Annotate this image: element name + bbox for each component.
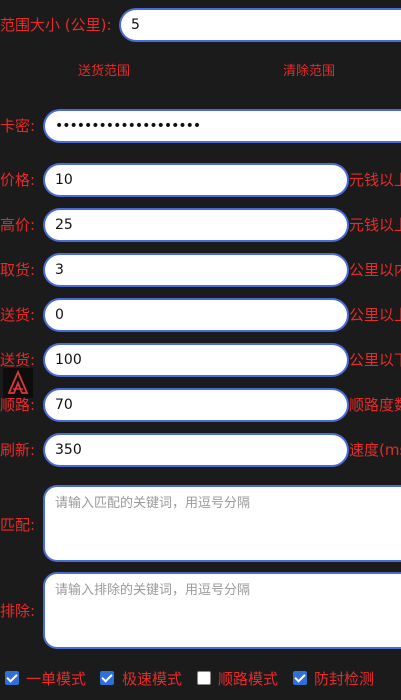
deliver-min-label: 送货:	[0, 306, 36, 324]
range-input[interactable]: 5	[119, 8, 401, 42]
route-suffix: 顺路度数	[349, 396, 401, 414]
match-label: 匹配:	[0, 516, 36, 534]
clear-range-button[interactable]: 清除范围	[283, 63, 335, 81]
single-order-mode-checkbox[interactable]	[5, 671, 19, 685]
high-price-label: 高价:	[0, 216, 36, 234]
pickup-input[interactable]: 3	[43, 253, 349, 287]
logo-glyph-icon	[7, 369, 29, 394]
route-label: 顺路:	[0, 396, 36, 414]
delivery-range-button[interactable]: 送货范围	[78, 63, 130, 81]
price-suffix: 元钱以上	[349, 171, 401, 189]
high-price-input[interactable]: 25	[43, 208, 349, 242]
deliver-max-input[interactable]: 100	[43, 343, 349, 377]
route-input[interactable]: 70	[43, 388, 349, 422]
refresh-input[interactable]: 350	[43, 433, 349, 467]
anti-ban-label[interactable]: 防封检测	[314, 669, 374, 689]
refresh-suffix: 速度(ms)	[349, 441, 401, 459]
exclude-textarea[interactable]: 请输入排除的关键词，用逗号分隔	[43, 572, 401, 649]
card-input[interactable]: ••••••••••••••••••••	[43, 109, 401, 143]
anti-ban-checkbox[interactable]	[293, 671, 307, 685]
assassin-logo-icon[interactable]	[3, 368, 33, 398]
price-input[interactable]: 10	[43, 163, 349, 197]
refresh-label: 刷新:	[0, 441, 36, 459]
deliver-min-suffix: 公里以上	[349, 306, 401, 324]
deliver-min-input[interactable]: 0	[43, 298, 349, 332]
deliver-max-label: 送货:	[0, 351, 36, 369]
deliver-max-suffix: 公里以下	[349, 351, 401, 369]
turbo-mode-label[interactable]: 极速模式	[122, 669, 182, 689]
route-mode-label[interactable]: 顺路模式	[218, 669, 278, 689]
single-order-mode-label[interactable]: 一单模式	[26, 669, 86, 689]
high-price-suffix: 元钱以上	[349, 216, 401, 234]
match-textarea[interactable]: 请输入匹配的关键词，用逗号分隔	[43, 485, 401, 562]
route-mode-checkbox[interactable]	[197, 671, 211, 685]
turbo-mode-checkbox[interactable]	[100, 671, 114, 685]
card-label: 卡密:	[0, 117, 36, 135]
price-label: 价格:	[0, 171, 36, 189]
pickup-label: 取货:	[0, 261, 36, 279]
pickup-suffix: 公里以内	[349, 261, 401, 279]
range-label: 范围大小 (公里):	[0, 16, 112, 34]
exclude-label: 排除:	[0, 602, 36, 620]
